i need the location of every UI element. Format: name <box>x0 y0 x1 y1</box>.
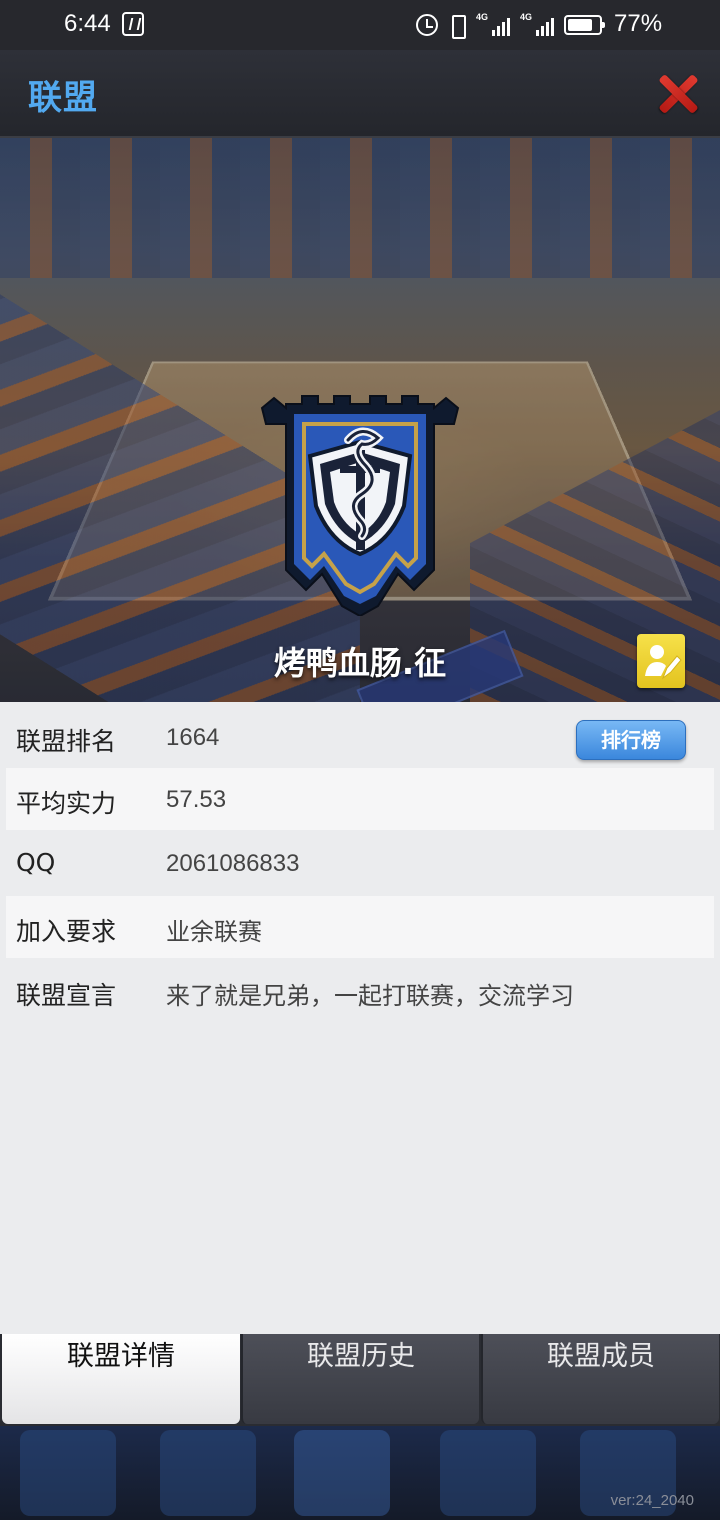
tab-alliance-members[interactable]: 联盟成员 <box>481 1334 719 1424</box>
declaration-value: 来了就是兄弟，一起打联赛，交流学习 <box>166 982 574 1010</box>
declaration-label: 联盟宣言 <box>16 981 117 1010</box>
alliance-emblem-icon <box>260 395 460 616</box>
status-icons: 4G 4G <box>416 12 605 39</box>
join-requirement-label: 加入要求 <box>16 917 117 946</box>
game-nav-background: ver:24_2040 <box>0 1426 720 1520</box>
qq-value: 2061086833 <box>166 850 300 877</box>
avg-power-label: 平均实力 <box>16 789 117 818</box>
signal-icon: 4G <box>520 12 554 36</box>
qq-label: QQ <box>16 848 56 877</box>
signal-icon: 4G <box>476 12 510 36</box>
info-row-qq: QQ 2061086833 <box>6 832 714 894</box>
edit-icon[interactable] <box>637 634 685 688</box>
close-icon[interactable] <box>656 72 700 116</box>
alliance-info-panel: 联盟排名 1664 排行榜 平均实力 57.53 QQ 2061086833 加… <box>0 702 720 1334</box>
join-requirement-value: 业余联赛 <box>166 918 262 946</box>
tab-alliance-history[interactable]: 联盟历史 <box>241 1334 479 1424</box>
info-row-avg-power: 平均实力 57.53 <box>6 768 714 830</box>
title-bar: 联盟 <box>0 50 720 138</box>
info-row-rank: 联盟排名 1664 排行榜 <box>6 706 714 768</box>
version-label: ver:24_2040 <box>610 1492 694 1509</box>
nav-icon <box>294 1430 390 1516</box>
tab-alliance-details[interactable]: 联盟详情 <box>2 1334 240 1424</box>
info-row-join-requirement: 加入要求 业余联赛 <box>6 896 714 958</box>
vibrate-icon <box>448 13 466 39</box>
rank-label: 联盟排名 <box>16 727 117 756</box>
alliance-name: 烤鸭血肠.征 <box>273 644 447 682</box>
nfc-icon <box>122 12 144 36</box>
tab-bar: 联盟详情 联盟历史 联盟成员 <box>0 1334 720 1426</box>
status-bar: 6:44 4G 4G 77% <box>0 0 720 50</box>
network-type-label: 4G <box>476 12 489 22</box>
status-time: 6:44 <box>64 10 111 37</box>
nav-icon <box>440 1430 536 1516</box>
nav-icon <box>160 1430 256 1516</box>
battery-percent: 77% <box>614 10 663 37</box>
avg-power-value: 57.53 <box>166 786 227 813</box>
alarm-icon <box>416 14 438 36</box>
network-type-label: 4G <box>520 12 533 22</box>
leaderboard-button[interactable]: 排行榜 <box>576 720 686 760</box>
info-row-declaration: 联盟宣言 来了就是兄弟，一起打联赛，交流学习 <box>6 960 714 1022</box>
rank-value: 1664 <box>166 724 220 751</box>
nav-icon <box>20 1430 116 1516</box>
battery-icon <box>564 15 605 35</box>
page-title: 联盟 <box>28 78 98 118</box>
alliance-banner: 烤鸭血肠.征 <box>0 138 720 702</box>
